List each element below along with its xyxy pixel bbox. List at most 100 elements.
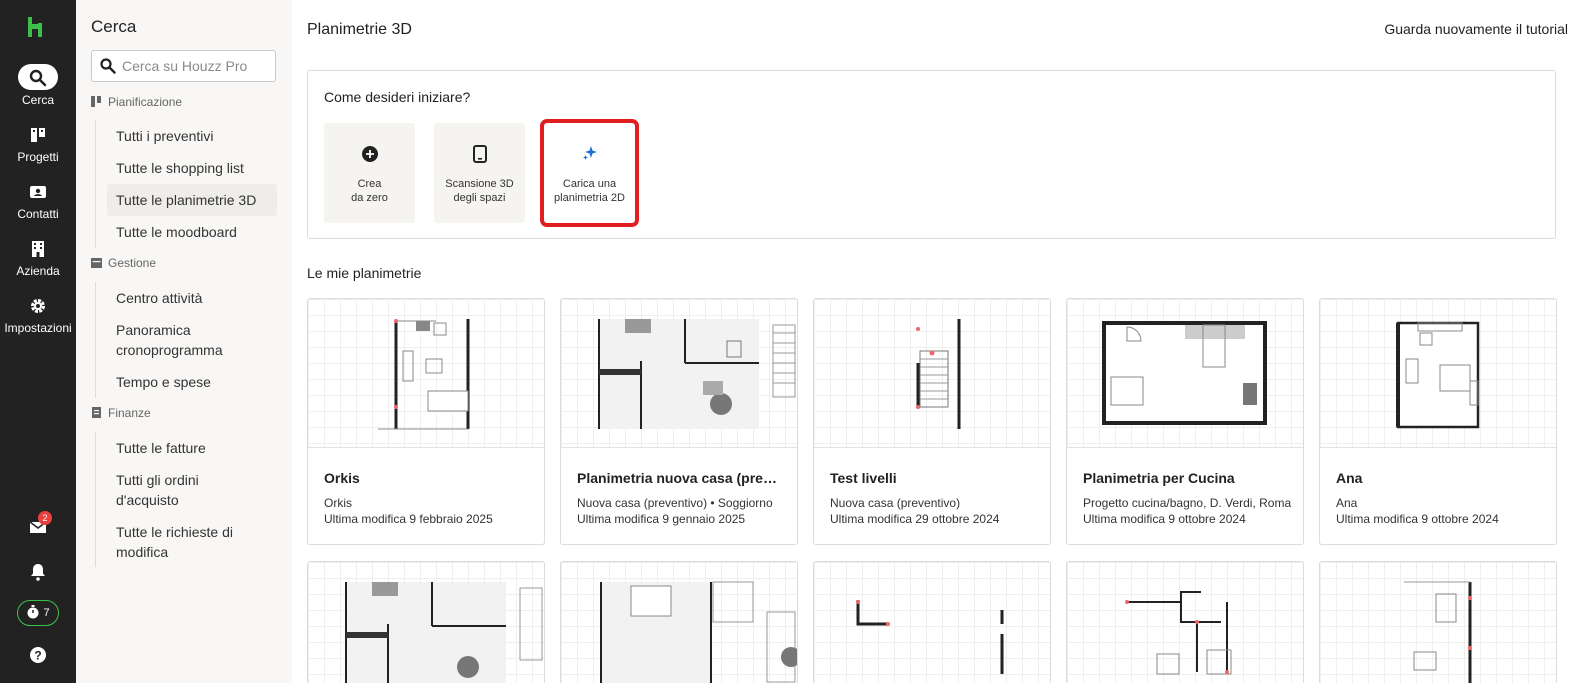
plan-thumbnail [561,299,797,448]
option-line1: Crea [357,178,382,190]
start-options-panel: Come desideri iniziare? Crea da zero Sca… [307,70,1556,239]
sidebar-item-ordini-acquisto[interactable]: Tutti gli ordini d'acquisto [96,464,236,516]
plan-date: Ultima modifica 9 ottobre 2024 [1083,512,1246,526]
houzz-logo[interactable] [26,16,44,38]
upload-2d-plan-button[interactable]: Carica una planimetria 2D [540,119,639,227]
plan-card[interactable] [307,561,545,683]
contacts-icon [18,178,58,204]
sidebar-item-shopping-list[interactable]: Tutte le shopping list [96,152,277,184]
sidebar-item-tempo-spese[interactable]: Tempo e spese [96,366,277,398]
plan-thumbnail [814,299,1050,448]
sidebar-item-planimetrie-3d[interactable]: Tutte le planimetrie 3D [107,184,277,216]
plan-card[interactable] [560,561,798,683]
plan-name: Orkis [324,470,360,486]
search-icon [18,64,58,90]
inbox-button[interactable]: 2 [0,511,76,539]
help-button[interactable]: ? [0,646,76,669]
calendar-icon [91,258,102,268]
plan-card[interactable] [1319,561,1557,683]
nav-group-gestione: Centro attività Panoramica cronoprogramm… [95,282,277,398]
sidebar-item-fatture[interactable]: Tutte le fatture [96,432,277,464]
rail-item-azienda[interactable]: Azienda [0,235,76,278]
section-title-finanze: Finanze [91,406,151,420]
plan-thumbnail [1067,299,1303,448]
plan-name: Ana [1336,470,1363,486]
search-icon [100,58,116,74]
rail-label: Contatti [17,207,59,221]
plan-date: Ultima modifica 9 gennaio 2025 [577,512,746,526]
plan-thumbnail [1067,562,1303,683]
plan-name: Test livelli [830,470,897,486]
plan-project: Ana [1336,496,1358,510]
plan-project: Nuova casa (preventivo) • Soggiorno [577,496,773,510]
plan-name: Planimetria nuova casa (preventivo) [577,470,783,486]
plan-date: Ultima modifica 9 ottobre 2024 [1336,512,1499,526]
start-question: Come desideri iniziare? [324,89,471,105]
plan-date: Ultima modifica 29 ottobre 2024 [830,512,1000,526]
plan-thumbnail [1320,562,1556,683]
sidebar-item-cronoprogramma[interactable]: Panoramica cronoprogramma [96,314,236,366]
rail-item-impostazioni[interactable]: Impostazioni [0,292,76,335]
my-plans-title: Le mie planimetrie [307,265,422,281]
rail-label: Azienda [16,264,60,278]
timer-pill: 7 [17,600,59,626]
plan-project: Progetto cucina/bagno, D. Verdi, Roma [1083,496,1292,510]
gear-icon [18,292,58,318]
plan-card[interactable]: Ana Ana Ultima modifica 9 ottobre 2024 [1319,298,1557,545]
rail-item-progetti[interactable]: Progetti [0,121,76,164]
nav-group-pianificazione: Tutti i preventivi Tutte le shopping lis… [95,120,277,248]
sidebar-item-preventivi[interactable]: Tutti i preventivi [96,120,277,152]
scan-3d-button[interactable]: Scansione 3D degli spazi [434,123,525,223]
help-icon: ? [30,647,46,663]
rail-label: Impostazioni [4,321,72,335]
sidebar-item-centro-attivita[interactable]: Centro attività [96,282,277,314]
building-icon [18,235,58,261]
plan-name: Planimetria per Cucina [1083,470,1235,486]
plan-project: Nuova casa (preventivo) [830,496,961,510]
timer-count: 7 [43,607,50,619]
create-from-scratch-button[interactable]: Crea da zero [324,123,415,223]
plus-circle-icon [324,145,415,169]
search-sidebar: Cerca Pianificazione Tutti i preventivi … [76,0,292,683]
plan-card[interactable]: Planimetria nuova casa (preventivo) Nuov… [560,298,798,545]
sidebar-item-richieste-modifica[interactable]: Tutte le richieste di modifica [96,516,246,568]
option-line1: Scansione 3D [445,178,514,190]
rail-item-contatti[interactable]: Contatti [0,178,76,221]
option-line2: planimetria 2D [554,192,625,204]
plan-card[interactable]: Orkis Orkis Ultima modifica 9 febbraio 2… [307,298,545,545]
section-title-gestione: Gestione [91,256,156,270]
svg-text:?: ? [34,649,41,663]
search-box[interactable] [91,50,276,82]
plan-card[interactable]: Planimetria per Cucina Progetto cucina/b… [1066,298,1304,545]
search-input[interactable] [122,56,270,76]
plan-thumbnail [814,562,1050,683]
projects-icon [18,121,58,147]
plan-card[interactable]: Test livelli Nuova casa (preventivo) Ult… [813,298,1051,545]
finance-icon [92,407,101,418]
stopwatch-icon [27,605,39,619]
main-content: Planimetrie 3D Guarda nuovamente il tuto… [292,0,1592,683]
notifications-button[interactable] [0,563,76,586]
tablet-icon [434,145,525,169]
plan-thumbnail [308,299,544,448]
rail-label: Progetti [17,150,59,164]
bell-icon [31,564,45,581]
rail-item-cerca[interactable]: Cerca [0,64,76,107]
option-line2: da zero [351,192,388,204]
sidebar-item-moodboard[interactable]: Tutte le moodboard [96,216,277,248]
plan-card[interactable] [813,561,1051,683]
rail-label: Cerca [21,93,54,107]
timer-button[interactable]: 7 [0,600,76,626]
plan-thumbnail [308,562,544,683]
plan-date: Ultima modifica 9 febbraio 2025 [324,512,493,526]
plan-project: Orkis [324,496,352,510]
plan-card[interactable] [1066,561,1304,683]
plan-thumbnail [561,562,797,683]
tutorial-link[interactable]: Guarda nuovamente il tutorial [1384,21,1568,37]
sparkle-icon [544,145,635,169]
app-rail: Cerca Progetti Contatti Azienda Impostaz… [0,0,76,683]
option-line1: Carica una [562,178,617,190]
nav-group-finanze: Tutte le fatture Tutti gli ordini d'acqu… [95,432,277,567]
section-title-pianificazione: Pianificazione [91,95,182,109]
page-title: Planimetrie 3D [307,21,412,38]
